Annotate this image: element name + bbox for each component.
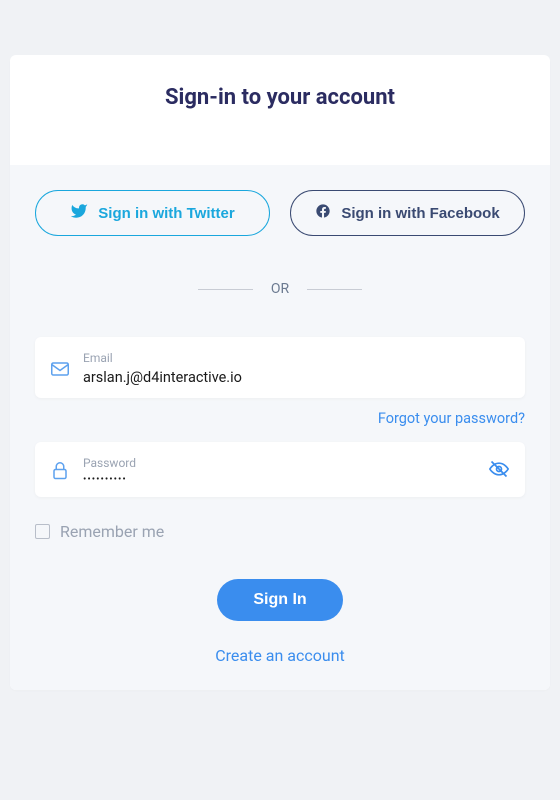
email-input-inner: Email xyxy=(83,351,509,386)
mail-icon xyxy=(51,362,69,376)
email-field[interactable] xyxy=(83,369,509,386)
remember-me-row: Remember me xyxy=(35,522,525,541)
twitter-button-label: Sign in with Twitter xyxy=(98,205,234,222)
password-label: Password xyxy=(83,456,475,470)
signin-card: Sign-in to your account Sign in with Twi… xyxy=(10,55,550,690)
signin-twitter-button[interactable]: Sign in with Twitter xyxy=(35,190,270,236)
facebook-button-label: Sign in with Facebook xyxy=(341,205,499,222)
divider-label: OR xyxy=(271,281,289,297)
lock-icon xyxy=(51,462,69,480)
divider-line-left xyxy=(198,289,253,290)
signin-page: Sign-in to your account Sign in with Twi… xyxy=(0,55,560,800)
toggle-password-visibility-icon[interactable] xyxy=(489,459,509,483)
signin-facebook-button[interactable]: Sign in with Facebook xyxy=(290,190,525,236)
password-input-wrap: Password xyxy=(35,442,525,497)
email-label: Email xyxy=(83,351,509,365)
create-account-link[interactable]: Create an account xyxy=(35,646,525,665)
email-input-wrap: Email xyxy=(35,337,525,398)
or-divider: OR xyxy=(35,281,525,297)
twitter-icon xyxy=(70,202,88,224)
signin-button[interactable]: Sign In xyxy=(217,579,342,621)
remember-me-checkbox[interactable] xyxy=(35,524,50,539)
divider-line-right xyxy=(307,289,362,290)
password-field[interactable] xyxy=(83,474,475,485)
password-input-inner: Password xyxy=(83,456,475,485)
forgot-password-link[interactable]: Forgot your password? xyxy=(35,410,525,427)
card-body: Sign in with Twitter Sign in with Facebo… xyxy=(10,165,550,690)
facebook-icon xyxy=(315,203,331,223)
social-signin-row: Sign in with Twitter Sign in with Facebo… xyxy=(35,190,525,236)
remember-me-label: Remember me xyxy=(60,522,164,541)
page-title: Sign-in to your account xyxy=(35,85,525,110)
